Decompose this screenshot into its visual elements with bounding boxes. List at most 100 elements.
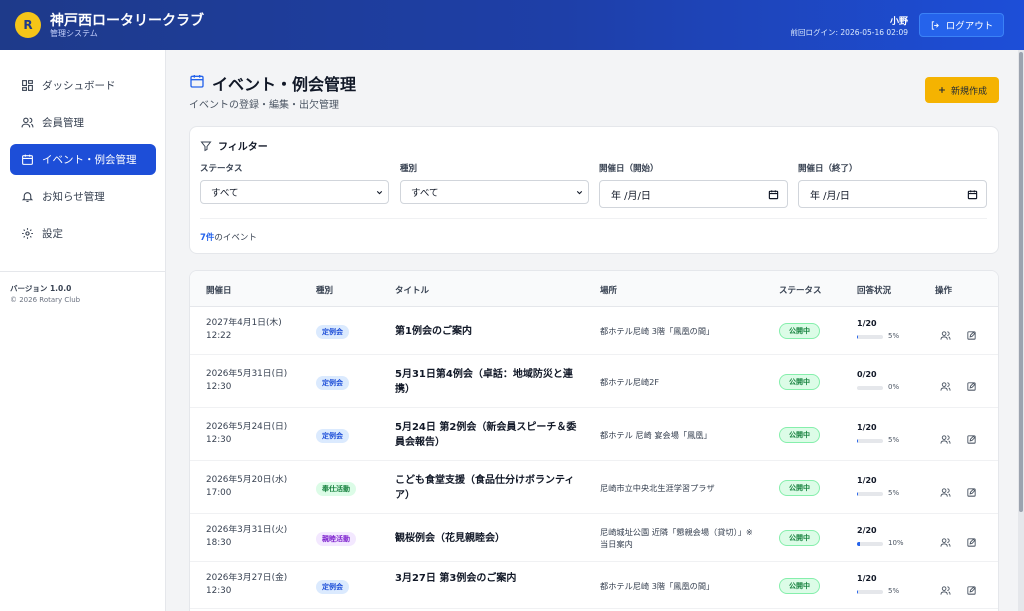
sidebar-item-label: ダッシュボード <box>42 80 116 92</box>
edit-icon[interactable] <box>966 430 977 444</box>
page-title: イベント・例会管理 <box>212 75 357 94</box>
sidebar-item-dashboard[interactable]: ダッシュボード <box>10 70 156 101</box>
filter-title: フィルター <box>200 138 268 153</box>
status-filter-select[interactable]: すべて <box>200 180 389 204</box>
event-title[interactable]: 第1例会のご案内 <box>395 324 580 339</box>
event-time: 18:30 <box>206 538 232 548</box>
response-progress-bar <box>857 438 883 443</box>
filter-title-label: フィルター <box>218 142 268 153</box>
status-badge: 公開中 <box>779 479 820 496</box>
event-title[interactable]: 5月24日 第2例会（新会員スピーチ＆委員会報告） <box>395 420 580 450</box>
event-place: 尼崎城址公園 近隣「懇親会場（貸切）」※当日案内 <box>600 527 753 549</box>
start-date-value: 年 /月/日 <box>611 190 651 202</box>
calendar-icon <box>190 75 204 88</box>
logout-button[interactable]: ログアウト <box>919 13 1004 37</box>
event-title[interactable]: 3月27日 第3例会のご案内 <box>395 571 580 586</box>
event-type-badge: 奉仕活動 <box>316 481 356 496</box>
filter-divider <box>200 218 987 219</box>
sidebar-item-members[interactable]: 会員管理 <box>10 107 156 138</box>
sidebar: ダッシュボード 会員管理 イベント・例会管理 お知らせ管理 設定 バージョン 1… <box>0 50 166 611</box>
event-count-suffix: のイベント <box>214 233 257 243</box>
event-date: 2027年4月1日(木) 12:22 <box>206 317 282 343</box>
response-progress-fill <box>857 589 858 594</box>
event-date: 2026年3月31日(火) 18:30 <box>206 524 287 550</box>
dashboard-icon <box>22 80 33 91</box>
scrollbar-thumb[interactable] <box>1019 52 1023 512</box>
sidebar-item-settings[interactable]: 設定 <box>10 218 156 249</box>
event-time: 12:30 <box>206 585 232 596</box>
attendance-icon[interactable] <box>940 581 951 595</box>
calendar-icon <box>967 190 978 200</box>
attendance-icon[interactable] <box>940 430 951 444</box>
response-count: 1/20 <box>857 319 877 328</box>
table-row[interactable]: 2027年4月1日(木) 12:22 定例会 第1例会のご案内 都ホテル尼崎 3階「鳳凰… <box>190 307 998 355</box>
table-row[interactable]: 2026年5月20日(水) 17:00 奉仕活動 こども食堂支援（食品仕分けボランティ… <box>190 461 998 514</box>
response-count: 1/20 <box>857 422 877 432</box>
response-count: 2/20 <box>857 526 877 535</box>
event-date-day: 2026年5月24日(日) <box>206 421 288 432</box>
response-percent: 5% <box>888 332 900 340</box>
users-icon <box>21 117 34 128</box>
events-table: 開催日 種別 タイトル 場所 ステータス 回答状況 操作 2027年4月1日(木… <box>189 270 999 611</box>
response-progress-fill <box>857 491 858 496</box>
attendance-icon[interactable] <box>940 483 951 497</box>
status-badge: 公開中 <box>779 530 820 546</box>
event-count: 7件のイベント <box>200 231 257 243</box>
start-date-label: 開催日（開始） <box>599 164 659 174</box>
start-date-input[interactable]: 年 /月/日 <box>599 180 788 208</box>
event-time: 12:30 <box>206 381 232 392</box>
event-title[interactable]: 観桜例会（花見親睦会） <box>395 531 580 546</box>
column-header-status: ステータス <box>779 286 822 296</box>
table-row[interactable]: 2026年5月31日(日) 12:30 定例会 5月31日第4例会（卓話：地域防災と連… <box>190 355 998 408</box>
end-date-label: 開催日（終了） <box>798 164 858 174</box>
new-event-button[interactable]: 新規作成 <box>925 77 999 103</box>
attendance-icon[interactable] <box>940 377 951 391</box>
event-title[interactable]: こども食堂支援（食品仕分けボランティア） <box>395 473 580 503</box>
status-badge: 公開中 <box>779 577 820 594</box>
type-filter-label: 種別 <box>400 164 418 174</box>
event-place: 都ホテル尼崎2F <box>600 376 660 387</box>
table-row[interactable]: 2026年3月27日(金) 12:30 定例会 3月27日 第3例会のご案内 都ホテル尼… <box>190 562 998 609</box>
chevron-down-icon <box>576 190 583 195</box>
event-place: 尼崎市立中央北生涯学習プラザ <box>600 482 715 493</box>
edit-icon[interactable] <box>966 377 977 391</box>
event-date: 2026年5月31日(日) 12:30 <box>206 368 287 394</box>
status-badge: 公開中 <box>779 323 820 339</box>
gear-icon <box>22 228 33 239</box>
copyright-text: © 2026 Rotary Club <box>10 296 81 304</box>
edit-icon[interactable] <box>966 483 977 497</box>
edit-icon[interactable] <box>966 326 977 340</box>
edit-icon[interactable] <box>966 533 977 547</box>
attendance-icon[interactable] <box>940 533 951 547</box>
response-percent: 5% <box>888 435 900 444</box>
table-row[interactable]: 2026年3月31日(火) 18:30 親睦活動 観桜例会（花見親睦会） 尼崎城址公園 … <box>190 514 998 562</box>
table-row[interactable]: 2026年5月24日(日) 12:30 定例会 5月24日 第2例会（新会員スピーチ＆… <box>190 408 998 461</box>
logout-icon <box>931 20 939 30</box>
calendar-icon <box>22 154 33 165</box>
sidebar-item-notices[interactable]: お知らせ管理 <box>10 181 156 212</box>
event-type-badge: 定例会 <box>316 579 349 594</box>
response-progress-bar <box>857 385 883 390</box>
attendance-icon[interactable] <box>940 326 951 340</box>
table-header: 開催日 種別 タイトル 場所 ステータス 回答状況 操作 <box>190 271 998 307</box>
sidebar-item-events[interactable]: イベント・例会管理 <box>10 144 156 175</box>
event-type-badge: 定例会 <box>316 325 349 339</box>
edit-icon[interactable] <box>966 581 977 595</box>
response-count: 1/20 <box>857 475 877 485</box>
sidebar-item-label: イベント・例会管理 <box>42 154 137 166</box>
event-type-badge: 定例会 <box>316 375 349 390</box>
column-header-response: 回答状況 <box>857 286 892 296</box>
event-date-day: 2026年3月27日(金) <box>206 572 288 583</box>
bell-icon <box>21 192 34 202</box>
event-place: 都ホテル 尼崎 宴会場「鳳凰」 <box>600 429 712 440</box>
type-filter-select[interactable]: すべて <box>400 180 589 204</box>
end-date-input[interactable]: 年 /月/日 <box>798 180 987 208</box>
club-logo: R <box>15 12 41 38</box>
response-percent: 10% <box>888 539 904 547</box>
sidebar-divider <box>0 271 166 272</box>
column-header-place: 場所 <box>600 286 618 296</box>
new-button-label: 新規作成 <box>950 86 987 97</box>
event-title[interactable]: 5月31日第4例会（卓話：地域防災と連携） <box>395 367 580 397</box>
event-date-day: 2026年5月20日(水) <box>206 474 288 485</box>
response-progress-bar <box>857 589 883 594</box>
